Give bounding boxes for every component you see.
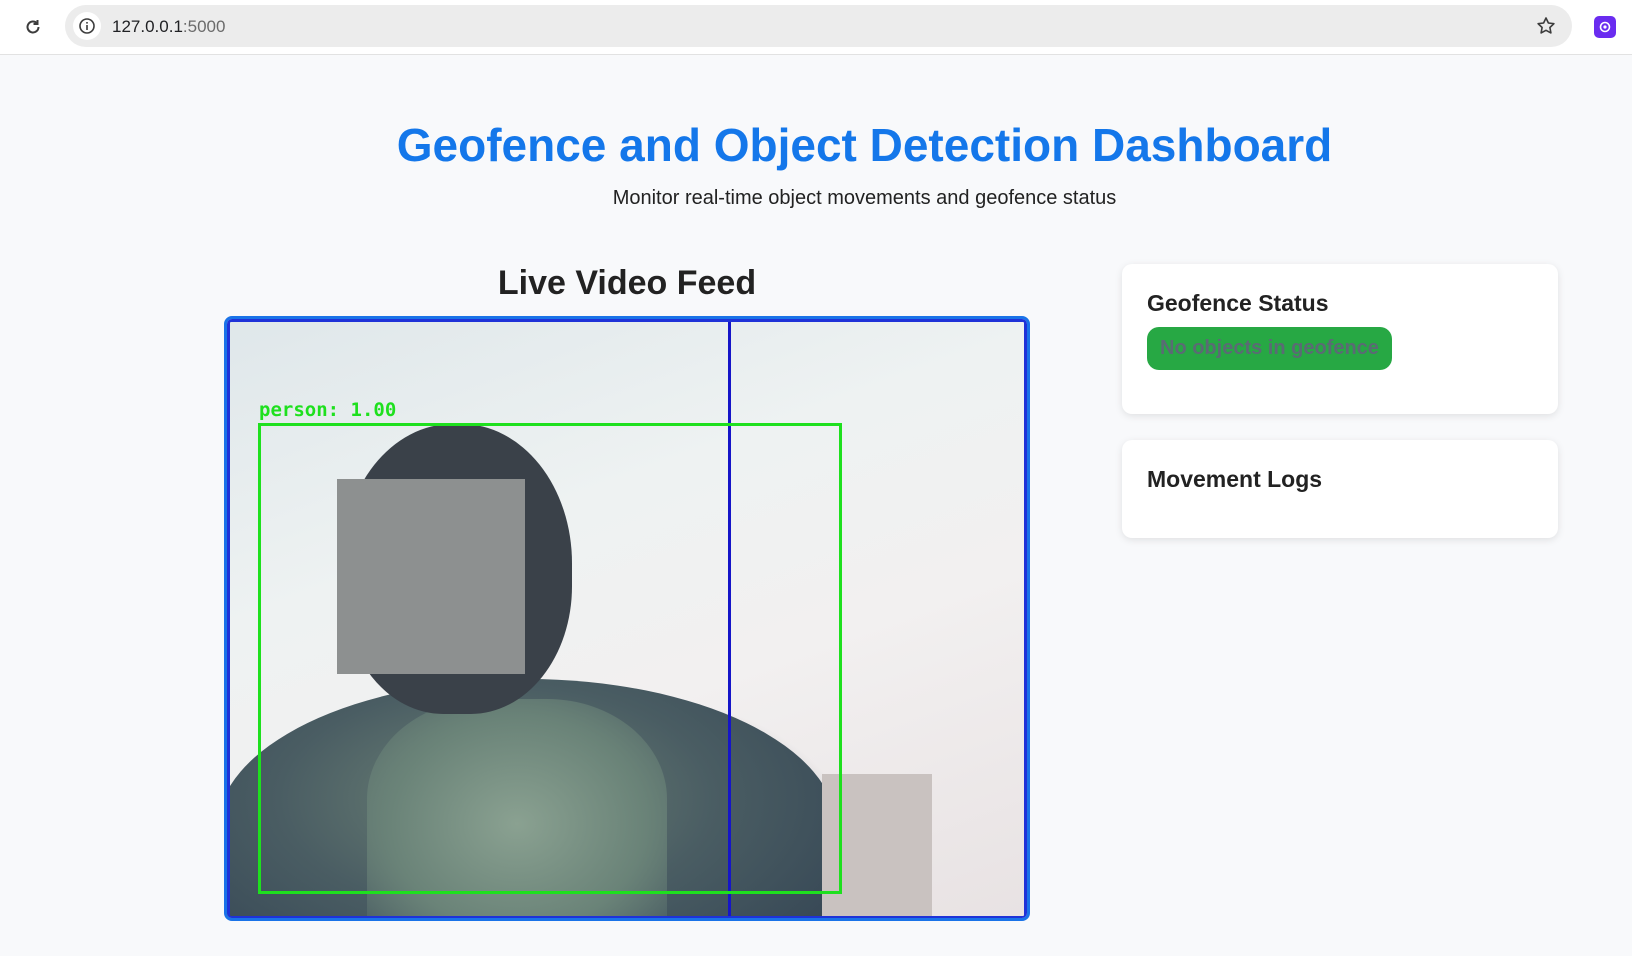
star-icon[interactable] <box>1534 14 1558 38</box>
detection-box <box>258 423 842 894</box>
address-bar[interactable]: 127.0.0.1:5000 <box>65 5 1572 47</box>
page-subtitle: Monitor real-time object movements and g… <box>612 187 1117 209</box>
reload-icon[interactable] <box>18 12 48 42</box>
info-icon[interactable] <box>73 12 101 40</box>
geofence-status-badge: No objects in geofence <box>1147 327 1392 370</box>
browser-toolbar: 127.0.0.1:5000 <box>0 0 1632 55</box>
geofence-status-card: Geofence Status No objects in geofence <box>1122 264 1558 414</box>
video-feed-title: Live Video Feed <box>497 264 757 302</box>
page-title: Geofence and Object Detection Dashboard <box>396 119 1333 171</box>
movement-logs-card: Movement Logs <box>1122 440 1558 538</box>
detection-label: person: 1.00 <box>259 399 397 421</box>
extension-icon[interactable] <box>1594 16 1616 38</box>
video-feed: person: 1.00 <box>224 316 1030 921</box>
movement-logs-title: Movement Logs <box>1147 466 1323 492</box>
url-port: :5000 <box>182 17 226 36</box>
geofence-status-title: Geofence Status <box>1147 290 1329 316</box>
url-host: 127.0.0.1 <box>112 17 183 36</box>
url-text[interactable]: 127.0.0.1:5000 <box>112 17 225 37</box>
